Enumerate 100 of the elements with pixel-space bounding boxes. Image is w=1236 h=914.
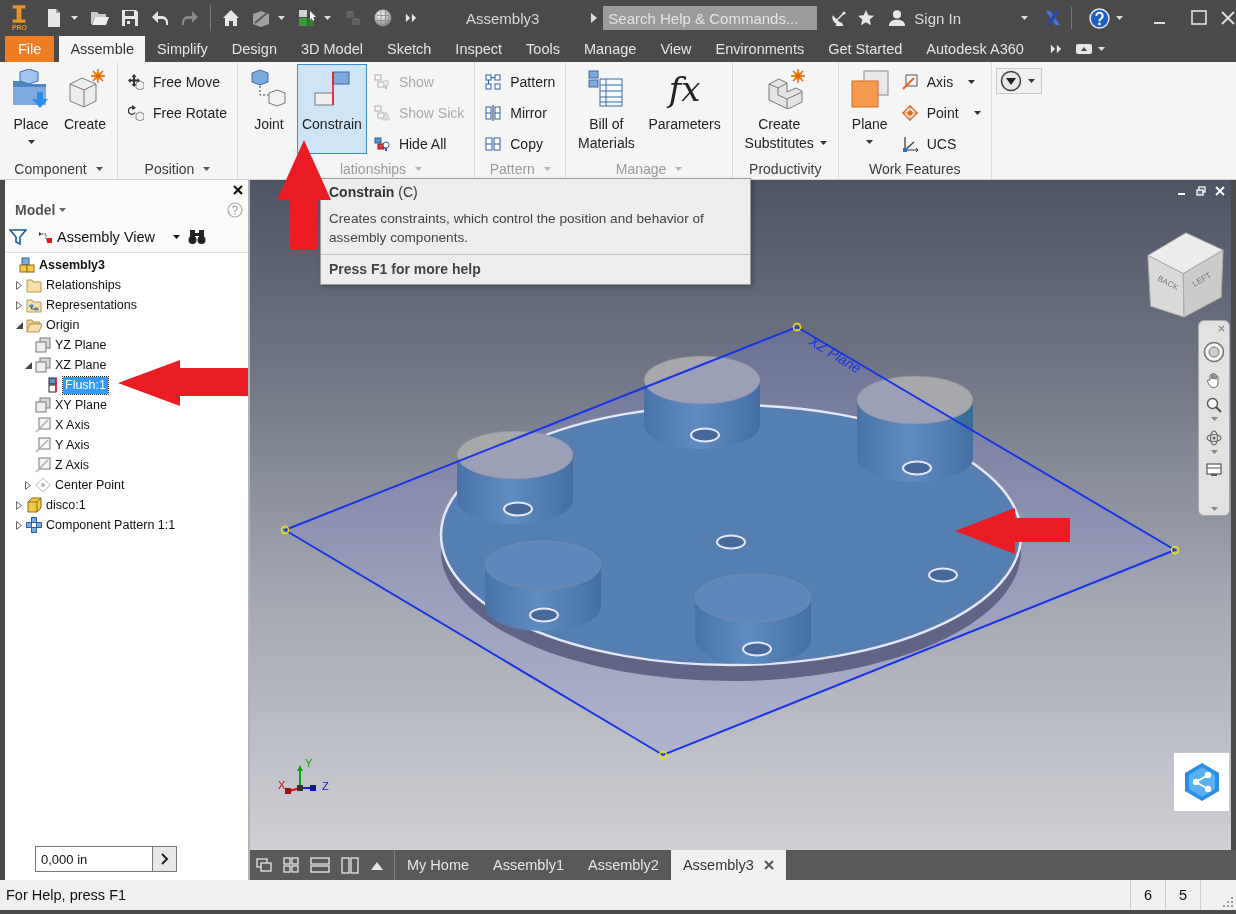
expand-arrow-icon[interactable] <box>591 13 598 23</box>
hand-icon[interactable] <box>1206 372 1222 388</box>
tile-icon[interactable] <box>283 857 299 873</box>
share-button[interactable] <box>1173 752 1230 812</box>
ribbon-button[interactable]: Joint <box>243 64 294 154</box>
tree-item[interactable]: Assembly3 <box>37 256 107 274</box>
ribbon-button[interactable]: Bill of Materials <box>572 64 641 154</box>
tree-item[interactable]: Y Axis <box>53 436 92 454</box>
caret-icon[interactable] <box>70 16 78 20</box>
ribbon-button[interactable]: Hide All <box>369 128 469 159</box>
close-icon[interactable] <box>763 860 774 870</box>
zoom-icon[interactable] <box>1206 397 1222 413</box>
resize-grip-icon[interactable] <box>1223 897 1233 907</box>
ribbon-button[interactable]: Place <box>6 64 56 154</box>
ribbon-button[interactable]: Pattern <box>481 66 560 97</box>
collapse-arrow-icon[interactable] <box>24 361 32 369</box>
ribbon-button[interactable]: Constrain <box>296 64 367 154</box>
caret-icon[interactable] <box>323 16 331 20</box>
caret-icon[interactable] <box>277 16 285 20</box>
more-icon[interactable] <box>1049 43 1062 55</box>
save-icon[interactable] <box>119 8 140 28</box>
ribbon-tab[interactable]: Sketch <box>375 36 444 62</box>
ribbon-tab[interactable]: Design <box>219 36 289 62</box>
ribbon-tab[interactable]: Tools <box>514 36 572 62</box>
tree-item[interactable]: XY Plane <box>53 396 109 414</box>
sphere-icon[interactable] <box>372 8 393 28</box>
ribbon-button[interactable]: Create <box>59 64 112 154</box>
expand-arrow-icon[interactable] <box>16 300 22 310</box>
star-icon[interactable] <box>857 9 876 27</box>
ribbon-button[interactable]: Free Rotate <box>124 97 231 128</box>
ribbon-button[interactable]: UCS <box>897 128 985 159</box>
document-tab[interactable]: Assembly3 <box>670 850 786 880</box>
sign-in-button[interactable]: Sign In <box>888 8 962 28</box>
caret-icon[interactable] <box>1021 16 1029 20</box>
tree-item[interactable]: YZ Plane <box>53 336 109 354</box>
caret-icon[interactable] <box>59 208 67 212</box>
panel-toggle-icon[interactable] <box>1075 43 1092 55</box>
tree-item[interactable]: Z Axis <box>53 456 92 474</box>
tree-item[interactable]: Relationships <box>44 276 124 294</box>
ribbon-button[interactable]: fx Parameters <box>643 64 726 154</box>
document-tab[interactable]: Assembly1 <box>481 850 576 880</box>
ribbon-button[interactable]: Copy <box>481 128 560 159</box>
expand-arrow-icon[interactable] <box>16 500 22 510</box>
ribbon-tab[interactable]: Manage <box>571 36 649 62</box>
caret-icon[interactable] <box>1097 47 1105 51</box>
ribbon-button[interactable]: Plane <box>844 64 895 154</box>
tree-item[interactable]: Center Point <box>53 476 127 494</box>
tree-item[interactable]: XZ Plane <box>53 356 109 374</box>
grip-icon[interactable] <box>1170 545 1180 555</box>
filter-icon[interactable] <box>9 228 27 246</box>
grip-icon[interactable] <box>280 525 290 535</box>
caret-icon[interactable] <box>203 167 211 171</box>
tree-item[interactable]: Origin <box>44 316 82 334</box>
grip-icon[interactable] <box>792 322 802 332</box>
grip-icon[interactable] <box>658 750 668 760</box>
ribbon-tab[interactable]: Inspect <box>443 36 515 62</box>
collapse-arrow-icon[interactable] <box>15 321 23 329</box>
binoculars-icon[interactable] <box>188 229 207 245</box>
display-options-button[interactable] <box>995 68 1042 94</box>
close-icon[interactable] <box>233 185 243 195</box>
document-tab[interactable]: My Home <box>395 850 482 880</box>
wheel-icon[interactable] <box>1203 341 1225 363</box>
tree-item[interactable]: Component Pattern 1:1 <box>44 516 178 534</box>
view-screen-icon[interactable] <box>1206 463 1222 477</box>
ribbon-tab[interactable]: Simplify <box>145 36 220 62</box>
work-plane[interactable] <box>282 325 1178 757</box>
hexagon-icon[interactable] <box>250 8 271 28</box>
maximize-icon[interactable] <box>1191 10 1207 26</box>
expand-arrow-icon[interactable] <box>16 280 22 290</box>
tree-item[interactable]: Representations <box>44 296 140 314</box>
expand-arrow-icon[interactable] <box>16 520 22 530</box>
color-blocks-icon[interactable] <box>296 8 317 28</box>
ribbon-button[interactable]: Axis <box>897 66 985 97</box>
ribbon-tab[interactable]: Assemble <box>59 36 146 62</box>
restore-icon[interactable] <box>1196 186 1206 196</box>
tree-item[interactable]: X Axis <box>53 416 92 434</box>
measure-field[interactable]: 0,000 in <box>35 846 152 872</box>
ribbon-button[interactable]: Point <box>897 97 985 128</box>
ribbon-tab[interactable]: Get Started <box>816 36 915 62</box>
ribbon-button[interactable]: Create Substitutes <box>738 64 832 154</box>
tile-horizontal-icon[interactable] <box>310 857 330 873</box>
ribbon-button[interactable]: Mirror <box>481 97 560 128</box>
browser-title[interactable]: Model <box>15 202 56 218</box>
ribbon-tab[interactable]: 3D Model <box>288 36 375 62</box>
tree-item[interactable]: disco:1 <box>44 496 88 514</box>
ribbon-tab[interactable]: Environments <box>703 36 817 62</box>
more-icon[interactable] <box>404 12 417 24</box>
document-tab[interactable]: Assembly2 <box>575 850 671 880</box>
tile-vertical-icon[interactable] <box>341 856 359 874</box>
ribbon-tab[interactable]: Autodesk A360 <box>914 36 1036 62</box>
apply-button[interactable] <box>152 846 177 872</box>
caret-icon[interactable] <box>95 167 103 171</box>
orbit-icon[interactable] <box>1206 430 1222 446</box>
expand-arrow-icon[interactable] <box>25 480 31 490</box>
view-dropdown[interactable]: Assembly View <box>37 229 181 245</box>
ribbon-tab[interactable]: View <box>648 36 704 62</box>
search-field[interactable]: Search Help & Commands... <box>603 6 818 30</box>
ribbon-button[interactable]: Free Move <box>124 66 231 97</box>
caret-icon[interactable] <box>1116 16 1123 20</box>
view-cube[interactable] <box>1147 232 1224 318</box>
